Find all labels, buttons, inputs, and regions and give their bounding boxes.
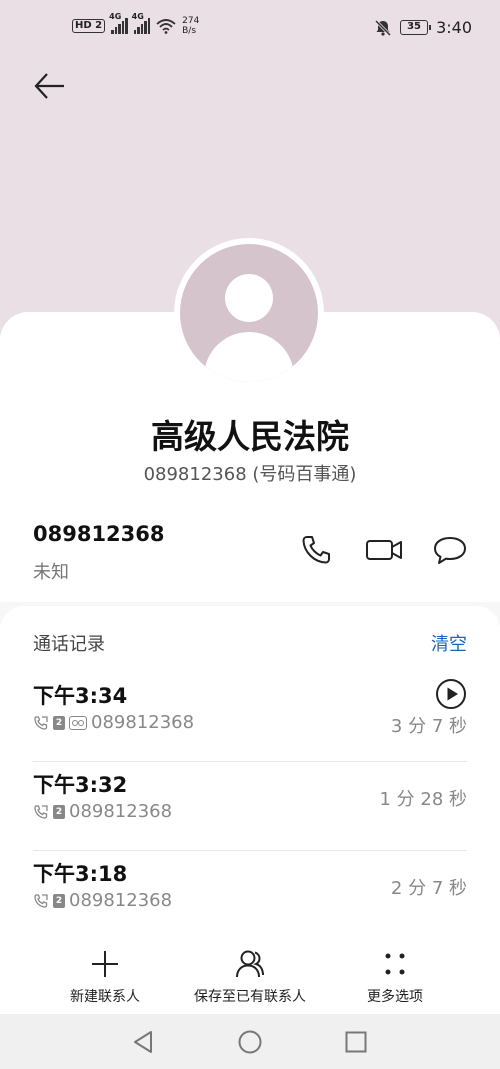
avatar[interactable] <box>180 244 318 382</box>
call-duration: 1 分 28 秒 <box>379 789 467 810</box>
sim-2-icon: 2 <box>53 893 65 908</box>
phone-icon <box>302 536 330 564</box>
sim-2-icon: 2 <box>53 715 65 730</box>
network-speed: 274 B/s <box>182 16 199 36</box>
phone-number[interactable]: 089812368 <box>33 522 165 546</box>
nav-home-button[interactable] <box>236 1028 264 1056</box>
call-time: 下午3:34 <box>33 684 128 708</box>
more-options-label: 更多选项 <box>367 989 423 1005</box>
contact-name: 高级人民法院 <box>151 417 349 456</box>
status-right: 35 3:40 <box>374 18 472 37</box>
more-dots-icon <box>385 953 405 975</box>
video-call-icon <box>366 540 402 560</box>
speed-value: 274 <box>182 16 200 26</box>
back-button[interactable] <box>30 68 70 104</box>
message-button[interactable] <box>432 532 468 568</box>
contact-subtitle: 089812368 (号码百事通) <box>143 464 357 485</box>
nav-back-button[interactable] <box>130 1028 158 1056</box>
incoming-call-icon <box>34 804 48 819</box>
call-log-title: 通话记录 <box>33 634 105 655</box>
clear-log-button[interactable]: 清空 <box>431 630 467 656</box>
speed-unit: B/s <box>182 26 197 36</box>
back-arrow-icon <box>34 73 64 99</box>
network-type-2: 4G <box>131 12 144 21</box>
clock: 3:40 <box>436 18 472 37</box>
call-meta: 2 089812368 <box>33 712 194 733</box>
save-to-existing-button[interactable]: 保存至已有联系人 <box>185 944 315 1014</box>
signal-1-icon: 4G <box>109 12 128 34</box>
signal-2-icon: 4G <box>132 12 151 34</box>
plus-icon <box>92 951 118 977</box>
play-recording-button[interactable] <box>435 678 467 710</box>
call-log-entry[interactable]: 下午3:18 2 089812368 2 分 7 秒 <box>33 852 467 940</box>
bottom-action-bar: 新建联系人 保存至已有联系人 更多选项 <box>0 944 500 1014</box>
incoming-call-icon <box>34 715 48 730</box>
battery-icon: 35 <box>400 20 432 35</box>
message-icon <box>434 537 466 564</box>
call-button[interactable] <box>298 532 334 568</box>
mute-bell-icon <box>375 19 392 36</box>
more-options-button[interactable]: 更多选项 <box>345 944 445 1014</box>
nav-back-icon <box>134 1031 152 1053</box>
new-contact-button[interactable]: 新建联系人 <box>55 944 155 1014</box>
person-icon <box>236 950 264 978</box>
save-to-existing-label: 保存至已有联系人 <box>194 989 306 1005</box>
call-time: 下午3:18 <box>33 862 128 886</box>
network-type-1: 4G <box>109 12 122 21</box>
sim-2-icon: 2 <box>53 804 65 819</box>
divider <box>33 850 467 851</box>
number-location: 未知 <box>33 562 69 583</box>
incoming-call-icon <box>34 893 48 908</box>
call-time: 下午3:32 <box>33 773 128 797</box>
call-duration: 3 分 7 秒 <box>390 716 467 737</box>
call-number: 089812368 <box>69 801 173 822</box>
new-contact-label: 新建联系人 <box>70 989 140 1005</box>
nav-recents-icon <box>345 1031 367 1053</box>
nav-home-icon <box>238 1030 262 1054</box>
hd-label: HD <box>75 20 92 31</box>
play-icon <box>436 679 466 709</box>
video-call-button[interactable] <box>364 532 404 568</box>
call-duration: 2 分 7 秒 <box>390 878 467 899</box>
status-bar: HD 2 4G 4G 274 B/s 35 3:40 <box>0 0 500 58</box>
hd-sim-label: 2 <box>95 20 103 31</box>
hd-badge: HD 2 <box>72 19 106 33</box>
avatar-head-shape <box>225 274 273 322</box>
call-log-entry[interactable]: 下午3:32 2 089812368 1 分 28 秒 <box>33 763 467 851</box>
avatar-body-shape <box>204 332 294 382</box>
recording-icon <box>69 715 87 730</box>
system-nav-bar <box>0 1014 500 1069</box>
call-meta: 2 089812368 <box>33 801 172 822</box>
nav-recents-button[interactable] <box>342 1028 370 1056</box>
call-meta: 2 089812368 <box>33 890 172 911</box>
call-number: 089812368 <box>69 890 173 911</box>
call-number: 089812368 <box>91 712 195 733</box>
divider <box>33 761 467 762</box>
call-log-entry[interactable]: 下午3:34 2 089812368 3 分 7 秒 <box>33 674 467 762</box>
wifi-icon <box>156 19 176 34</box>
status-left: HD 2 4G 4G 274 B/s <box>72 12 199 36</box>
